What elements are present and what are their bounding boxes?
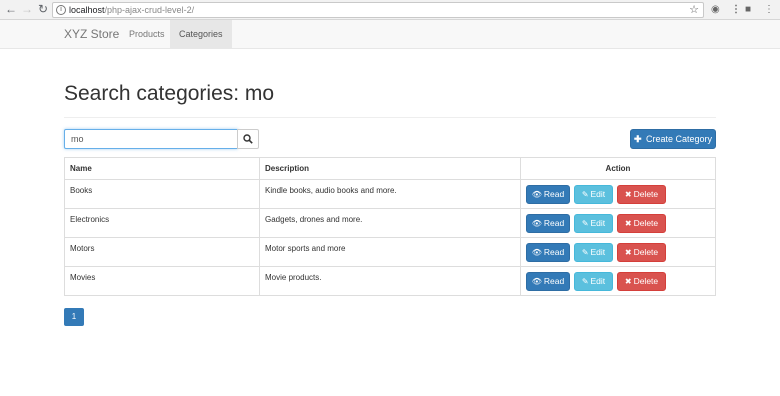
category-description: Gadgets, drones and more. — [259, 208, 521, 238]
row-actions: 👁 Read ✎ Edit ✖ Delete — [520, 208, 716, 238]
edit-label: Edit — [590, 188, 606, 199]
title-divider — [64, 117, 716, 118]
url-host: localhost — [69, 5, 105, 15]
close-icon: ✖ — [624, 247, 632, 257]
edit-button[interactable]: ✎ Edit — [574, 184, 613, 204]
create-category-label: Create Category — [646, 134, 713, 144]
plus-icon: ✚ — [633, 134, 642, 144]
read-label: Read — [543, 246, 565, 257]
column-header-action: Action — [520, 157, 716, 180]
category-name: Books — [64, 179, 260, 209]
menu-icon[interactable]: ⋮ — [764, 3, 774, 17]
delete-label: Delete — [633, 246, 659, 257]
edit-button[interactable]: ✎ Edit — [574, 271, 613, 291]
read-button[interactable]: 👁 Read — [526, 184, 570, 204]
category-description: Motor sports and more — [259, 237, 521, 267]
search-icon — [243, 134, 253, 144]
category-description: Kindle books, audio books and more. — [259, 179, 521, 209]
search-input[interactable] — [64, 129, 238, 149]
read-button[interactable]: 👁 Read — [526, 213, 570, 233]
table-row: Books Kindle books, audio books and more… — [64, 179, 716, 209]
close-icon: ✖ — [624, 189, 632, 199]
bookmark-star-icon[interactable]: ☆ — [689, 3, 699, 17]
brand-link[interactable]: XYZ Store — [64, 20, 119, 49]
edit-icon: ✎ — [581, 247, 589, 257]
eye-icon: 👁 — [531, 218, 542, 228]
url-path: /php-ajax-crud-level-2/ — [104, 5, 195, 15]
delete-button[interactable]: ✖ Delete — [617, 242, 666, 262]
browser-toolbar: ← → ↻ i localhost/php-ajax-crud-level-2/… — [0, 0, 780, 20]
delete-button[interactable]: ✖ Delete — [617, 213, 666, 233]
delete-label: Delete — [633, 188, 659, 199]
info-icon[interactable]: i — [56, 5, 66, 15]
edit-icon: ✎ — [581, 218, 589, 228]
category-name: Movies — [64, 266, 260, 296]
page-title: Search categories: mo — [64, 82, 275, 105]
nav-item-categories[interactable]: Categories — [170, 20, 232, 49]
table-row: Motors Motor sports and more 👁 Read ✎ Edit ✖… — [64, 237, 716, 267]
close-icon: ✖ — [624, 218, 632, 228]
row-actions: 👁 Read ✎ Edit ✖ Delete — [520, 237, 716, 267]
row-actions: 👁 Read ✎ Edit ✖ Delete — [520, 266, 716, 296]
table-row: Movies Movie products. 👁 Read ✎ Edit ✖ Delete — [64, 266, 716, 296]
edit-button[interactable]: ✎ Edit — [574, 213, 613, 233]
extension-icon-2[interactable]: ■ — [745, 3, 751, 17]
back-icon[interactable]: ← — [4, 2, 18, 16]
read-label: Read — [543, 217, 565, 228]
column-header-name: Name — [64, 157, 260, 180]
create-category-button[interactable]: ✚ Create Category — [630, 129, 716, 149]
edit-label: Edit — [590, 246, 606, 257]
camera-icon[interactable]: ◉ — [711, 3, 720, 17]
delete-label: Delete — [633, 217, 659, 228]
category-name: Electronics — [64, 208, 260, 238]
category-name: Motors — [64, 237, 260, 267]
read-label: Read — [543, 188, 565, 199]
column-header-description: Description — [259, 157, 521, 180]
eye-icon: 👁 — [531, 189, 542, 199]
eye-icon: 👁 — [531, 247, 542, 257]
row-actions: 👁 Read ✎ Edit ✖ Delete — [520, 179, 716, 209]
category-description: Movie products. — [259, 266, 521, 296]
eye-icon: 👁 — [531, 276, 542, 286]
table-header-row: Name Description Action — [64, 157, 716, 180]
extension-icon[interactable]: ⋮ — [731, 3, 741, 17]
pagination-page-1[interactable]: 1 — [64, 308, 84, 326]
delete-button[interactable]: ✖ Delete — [617, 271, 666, 291]
delete-label: Delete — [633, 275, 659, 286]
table-row: Electronics Gadgets, drones and more. 👁 R… — [64, 208, 716, 238]
forward-icon[interactable]: → — [20, 2, 34, 16]
read-button[interactable]: 👁 Read — [526, 271, 570, 291]
edit-icon: ✎ — [581, 276, 589, 286]
search-button[interactable] — [237, 129, 259, 149]
delete-button[interactable]: ✖ Delete — [617, 184, 666, 204]
edit-button[interactable]: ✎ Edit — [574, 242, 613, 262]
edit-icon: ✎ — [581, 189, 589, 199]
close-icon: ✖ — [624, 276, 632, 286]
reload-icon[interactable]: ↻ — [36, 2, 50, 16]
categories-table: Name Description Action Books Kindle boo… — [64, 157, 716, 296]
read-label: Read — [543, 275, 565, 286]
address-bar[interactable]: i localhost/php-ajax-crud-level-2/ ☆ — [52, 2, 704, 18]
nav-item-products[interactable]: Products — [120, 20, 174, 49]
edit-label: Edit — [590, 217, 606, 228]
app-navbar: XYZ Store Products Categories — [0, 20, 780, 49]
edit-label: Edit — [590, 275, 606, 286]
read-button[interactable]: 👁 Read — [526, 242, 570, 262]
